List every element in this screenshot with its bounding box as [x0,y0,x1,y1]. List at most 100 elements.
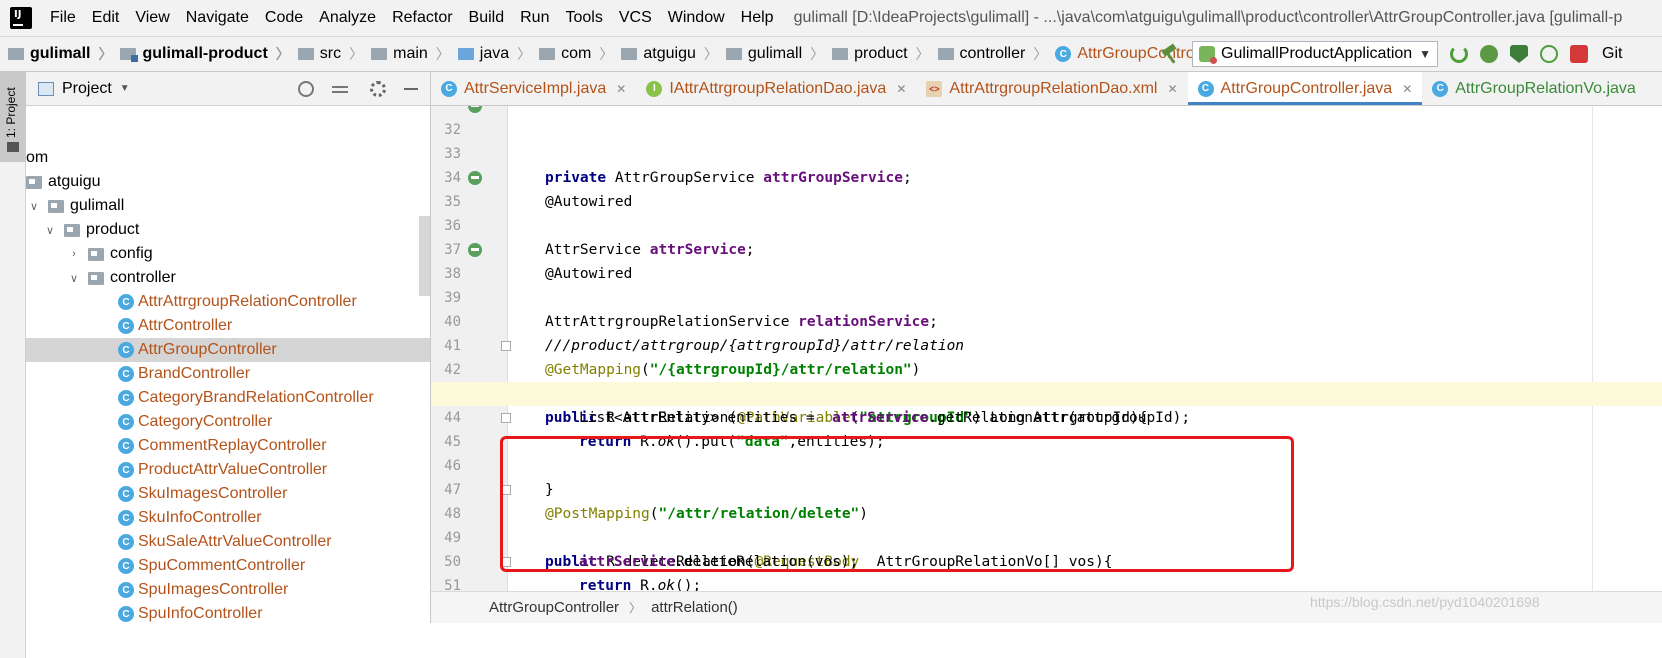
tab-iattr-dao[interactable]: I IAttrAttrgroupRelationDao.java ✕ [636,72,916,105]
gear-icon[interactable] [370,81,386,97]
tree-item-class[interactable]: C CategoryBrandRelationController [26,386,430,410]
tree-item-com[interactable]: om [26,146,430,170]
collapse-all-icon[interactable] [332,81,348,97]
code-line: 39 [431,262,1662,306]
tree-label: om [26,149,49,166]
run-configuration-select[interactable]: GulimallProductApplication ▼ [1192,41,1438,67]
tab-label: AttrServiceImpl.java [464,79,607,97]
run-with-coverage-icon[interactable] [1510,45,1528,63]
vertical-scrollbar[interactable] [419,216,430,296]
crumb-label: gulimall [30,45,91,62]
bottom-area [26,623,1662,658]
menu-run[interactable]: Run [512,0,557,36]
package-icon [88,247,104,261]
tree-item-class[interactable]: C BrandController [26,362,430,386]
menu-navigate[interactable]: Navigate [178,0,257,36]
tree-item-gulimall[interactable]: ∨ gulimall [26,194,430,218]
tab-label: AttrGroupRelationVo.java [1455,79,1636,97]
tree-item-class[interactable]: C CommentReplayController [26,434,430,458]
profiler-icon[interactable] [1540,45,1558,63]
fold-toggle-icon[interactable] [501,341,511,351]
tree-label: SpuCommentController [138,557,306,574]
tree-item-class[interactable]: C SpuImagesController [26,578,430,602]
tree-item-class[interactable]: C ProductAttrValueController [26,458,430,482]
nav-crumb-com[interactable]: com 〉 [531,44,613,64]
bean-navigation-icon[interactable] [468,243,482,257]
bean-navigation-icon[interactable] [468,171,482,185]
menu-vcs[interactable]: VCS [611,0,660,36]
tree-label: SpuInfoController [138,605,263,622]
nav-crumb-atguigu[interactable]: atguigu 〉 [613,44,718,64]
tree-item-class[interactable]: C SkuImagesController [26,482,430,506]
tree-item-class[interactable]: C SkuSaleAttrValueController [26,530,430,554]
fold-toggle-icon[interactable] [501,413,511,423]
tree-item-config[interactable]: › config [26,242,430,266]
build-hammer-icon[interactable] [1160,44,1180,64]
tree-item-class[interactable]: C AttrController [26,314,430,338]
tree-item-controller[interactable]: ∨ controller [26,266,430,290]
close-icon[interactable]: ✕ [616,82,626,96]
debug-bug-icon[interactable] [1480,45,1498,63]
menu-refactor[interactable]: Refactor [384,0,460,36]
nav-crumb-product[interactable]: product 〉 [824,44,930,64]
git-label[interactable]: Git [1602,45,1622,63]
menu-code[interactable]: Code [257,0,311,36]
menu-edit[interactable]: Edit [84,0,128,36]
chevron-right-icon[interactable]: › [66,248,82,260]
tree-label: AttrGroupController [138,341,277,358]
nav-crumb-controller[interactable]: controller 〉 [930,44,1047,64]
locate-file-icon[interactable] [298,81,314,97]
left-tool-strip: 1: Project [0,72,26,658]
chevron-down-icon[interactable]: ∨ [26,200,42,213]
menu-build[interactable]: Build [461,0,513,36]
package-icon [937,48,954,60]
menu-tools[interactable]: Tools [557,0,610,36]
chevron-down-icon[interactable]: ∨ [42,224,58,237]
breadcrumb-class[interactable]: AttrGroupController [489,599,619,616]
nav-crumb-gulimall[interactable]: gulimall 〉 [718,44,824,64]
tab-attr-group-controller[interactable]: C AttrGroupController.java ✕ [1187,72,1423,105]
close-icon[interactable]: ✕ [1167,82,1177,96]
project-panel: Project ▼ om atguigu ∨ gulimall ∨ produc… [26,72,431,658]
tab-attr-group-relation-vo[interactable]: C AttrGroupRelationVo.java [1422,72,1646,105]
bean-navigation-icon[interactable] [468,106,482,113]
tree-item-class-selected[interactable]: C AttrGroupController [26,338,430,362]
menu-view[interactable]: View [127,0,177,36]
xml-file-icon: <> [926,80,943,97]
minimize-icon[interactable] [404,81,420,97]
menu-bar: File Edit View Navigate Code Analyze Ref… [0,0,1662,36]
menu-analyze[interactable]: Analyze [311,0,384,36]
menu-file[interactable]: File [42,0,84,36]
class-icon: C [441,80,457,97]
nav-crumb-java[interactable]: java 〉 [450,44,531,64]
close-icon[interactable]: ✕ [896,82,906,96]
class-icon: C [118,534,134,550]
nav-crumb-src[interactable]: src 〉 [290,44,363,64]
project-panel-title[interactable]: Project [62,80,112,98]
chevron-down-icon[interactable]: ∨ [66,272,82,285]
tree-label: ProductAttrValueController [138,461,328,478]
nav-crumb-project[interactable]: gulimall 〉 [0,44,112,64]
folder-icon [8,48,24,60]
menu-help[interactable]: Help [733,0,782,36]
tree-item-class[interactable]: C SkuInfoController [26,506,430,530]
breadcrumb-method[interactable]: attrRelation() [651,599,738,616]
menu-window[interactable]: Window [660,0,733,36]
tab-dao-xml[interactable]: <> AttrAttrgroupRelationDao.xml ✕ [916,72,1187,105]
tree-item-class[interactable]: C AttrAttrgroupRelationController [26,290,430,314]
crumb-label: gulimall [747,45,803,62]
rerun-icon[interactable] [1450,45,1468,63]
project-tool-button[interactable]: 1: Project [0,72,26,162]
nav-crumb-module[interactable]: gulimall-product 〉 [112,44,290,64]
tree-item-product[interactable]: ∨ product [26,218,430,242]
chevron-right-icon: 〉 [98,46,113,62]
crumb-label: com [561,45,592,62]
tree-item-class[interactable]: C CategoryController [26,410,430,434]
tree-item-class[interactable]: C SpuCommentController [26,554,430,578]
stop-icon[interactable] [1570,45,1588,63]
close-icon[interactable]: ✕ [1402,82,1412,96]
tree-item-atguigu[interactable]: atguigu [26,170,430,194]
nav-crumb-main[interactable]: main 〉 [363,44,450,64]
chevron-down-icon[interactable]: ▼ [120,83,130,94]
tab-attr-service-impl[interactable]: C AttrServiceImpl.java ✕ [431,72,636,105]
